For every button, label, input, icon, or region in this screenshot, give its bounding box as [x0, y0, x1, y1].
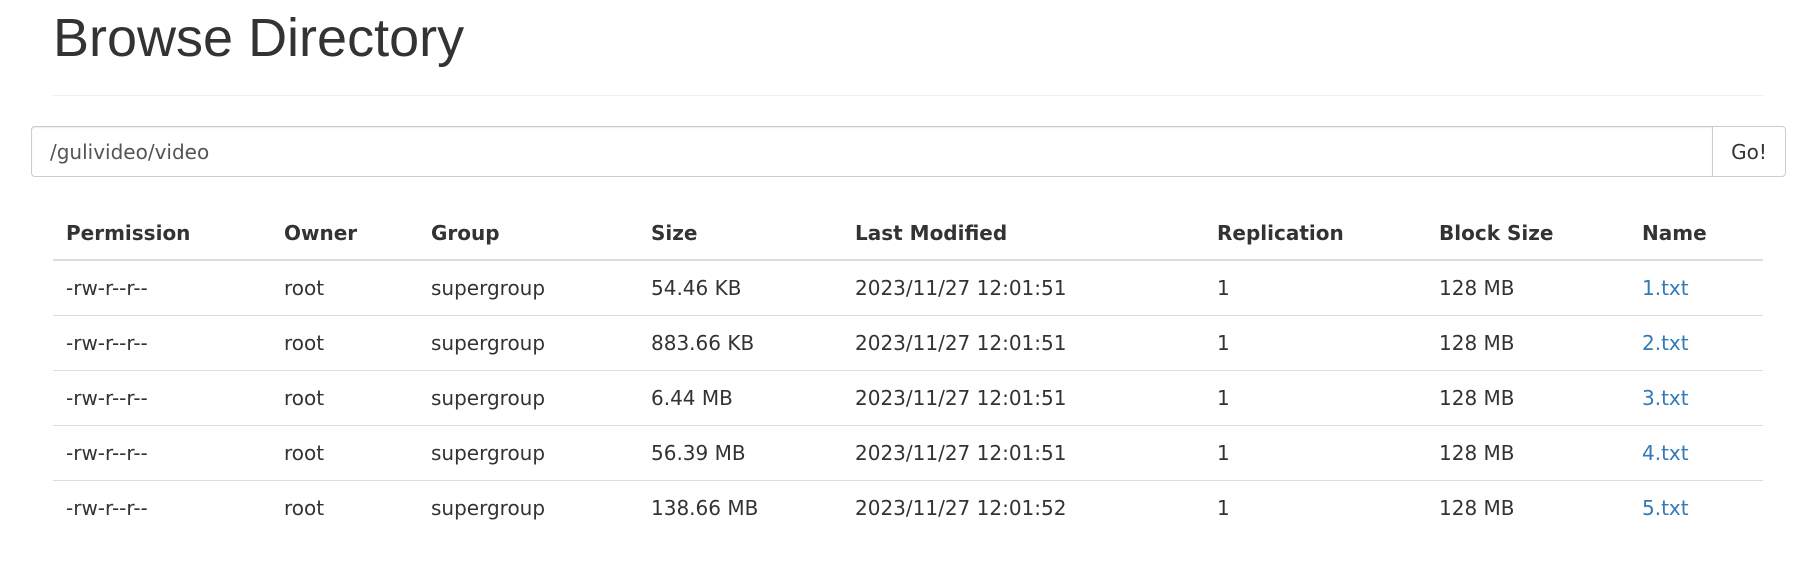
cell-permission: -rw-r--r--	[53, 480, 271, 535]
file-link[interactable]: 3.txt	[1642, 386, 1689, 410]
cell-size: 6.44 MB	[638, 370, 842, 426]
cell-name: 5.txt	[1629, 480, 1763, 535]
cell-permission: -rw-r--r--	[53, 425, 271, 481]
cell-group: supergroup	[431, 276, 546, 300]
column-header-block-size[interactable]: Block Size	[1426, 207, 1629, 261]
cell-owner: root	[271, 480, 418, 535]
cell-permission: -rw-r--r--	[53, 315, 271, 371]
cell-replication: 1	[1204, 425, 1426, 481]
cell-block-size: 128 MB	[1439, 276, 1515, 300]
cell-size: 54.46 KB	[651, 276, 742, 300]
cell-size: 138.66 MB	[638, 480, 842, 535]
cell-last-modified: 2023/11/27 12:01:51	[842, 370, 1204, 426]
file-link[interactable]: 4.txt	[1642, 441, 1689, 465]
column-header-permission[interactable]: Permission	[53, 207, 271, 261]
cell-permission: -rw-r--r--	[53, 370, 271, 426]
table-row: -rw-r--r-- root supergroup 54.46 KB 2023…	[53, 260, 1763, 316]
go-button[interactable]: Go!	[1712, 126, 1786, 177]
column-header-name[interactable]: Name	[1629, 207, 1763, 261]
cell-last-modified: 2023/11/27 12:01:51	[842, 425, 1204, 481]
cell-name: 3.txt	[1629, 370, 1763, 426]
cell-owner: root	[271, 315, 418, 371]
cell-replication: 1	[1204, 480, 1426, 535]
cell-last-modified: 2023/11/27 12:01:51	[842, 315, 1204, 371]
file-table: Permission Owner Group Size Last Modifie…	[53, 207, 1763, 535]
table-row: -rw-r--r-- root supergroup 6.44 MB 2023/…	[53, 370, 1763, 426]
cell-replication: 1	[1204, 315, 1426, 371]
cell-size: 56.39 MB	[638, 425, 842, 481]
path-form: Go!	[31, 126, 1786, 177]
cell-block-size: 128 MB	[1426, 370, 1629, 426]
column-header-owner[interactable]: Owner	[271, 207, 418, 261]
cell-block-size: 128 MB	[1426, 315, 1629, 371]
cell-block-size: 128 MB	[1426, 480, 1629, 535]
path-input[interactable]	[31, 126, 1712, 177]
cell-replication: 1	[1217, 276, 1230, 300]
cell-owner: root	[271, 370, 418, 426]
table-header-row: Permission Owner Group Size Last Modifie…	[53, 207, 1763, 261]
cell-last-modified: 2023/11/27 12:01:52	[842, 480, 1204, 535]
cell-replication: 1	[1204, 370, 1426, 426]
cell-name: 4.txt	[1629, 425, 1763, 481]
file-link[interactable]: 5.txt	[1642, 496, 1689, 520]
cell-group: supergroup	[418, 425, 638, 481]
file-link[interactable]: 2.txt	[1642, 331, 1689, 355]
cell-group: supergroup	[418, 315, 638, 371]
page-title: Browse Directory	[53, 8, 465, 68]
cell-group: supergroup	[418, 480, 638, 535]
cell-size: 883.66 KB	[638, 315, 842, 371]
cell-permission: -rw-r--r--	[66, 276, 148, 300]
column-header-group[interactable]: Group	[418, 207, 638, 261]
cell-owner: root	[284, 276, 325, 300]
column-header-size[interactable]: Size	[638, 207, 842, 261]
table-row: -rw-r--r-- root supergroup 138.66 MB 202…	[53, 480, 1763, 535]
cell-name: 1.txt	[1629, 260, 1763, 316]
cell-group: supergroup	[418, 370, 638, 426]
column-header-last-modified[interactable]: Last Modified	[842, 207, 1204, 261]
cell-owner: root	[271, 425, 418, 481]
cell-name: 2.txt	[1629, 315, 1763, 371]
table-row: -rw-r--r-- root supergroup 56.39 MB 2023…	[53, 425, 1763, 481]
table-row: -rw-r--r-- root supergroup 883.66 KB 202…	[53, 315, 1763, 371]
column-header-replication[interactable]: Replication	[1204, 207, 1426, 261]
file-link[interactable]: 1.txt	[1642, 276, 1689, 300]
page-header: Browse Directory	[53, 0, 1763, 96]
cell-last-modified: 2023/11/27 12:01:51	[855, 276, 1067, 300]
cell-block-size: 128 MB	[1426, 425, 1629, 481]
